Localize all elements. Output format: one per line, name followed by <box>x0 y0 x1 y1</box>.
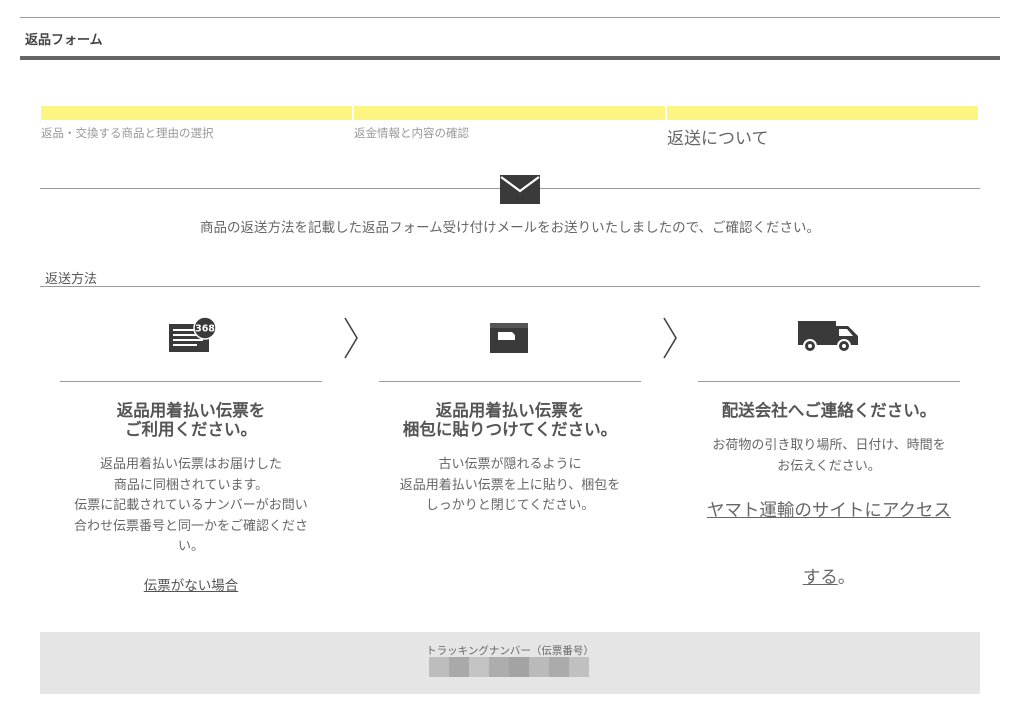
yamato-site-link-continued[interactable]: する <box>803 568 838 588</box>
card-description: お荷物の引き取り場所、日付け、時間を お伝えください。 <box>712 438 946 474</box>
step-2-label: 返金情報と内容の確認 <box>354 126 469 140</box>
top-divider <box>20 17 1000 18</box>
section-title: 返送方法 <box>45 272 98 287</box>
card-title: 返品用着払い伝票を ご利用ください。 <box>116 401 266 439</box>
step-card-2: 返品用着払い伝票を 梱包に貼りつけてください。 古い伝票が隠れるように 返品用着… <box>379 401 641 517</box>
link-suffix: 。 <box>837 568 856 588</box>
step-card-1: 返品用着払い伝票を ご利用ください。 返品用着払い伝票はお届けした 商品に同梱さ… <box>60 401 322 558</box>
delivery-truck-icon <box>796 318 860 354</box>
svg-text:368: 368 <box>195 324 215 335</box>
card-description: 古い伝票が隠れるように 返品用着払い伝票を上に貼り、梱包を しっかりと閉じてくだ… <box>399 457 621 513</box>
step-2-bar <box>354 106 665 120</box>
card-title: 返品用着払い伝票を 梱包に貼りつけてください。 <box>402 401 618 439</box>
tracking-number-redacted <box>429 657 589 677</box>
column-3-divider <box>698 381 960 382</box>
card-description: 返品用着払い伝票はお届けした 商品に同梱されています。 伝票に記載されているナン… <box>73 457 308 554</box>
card-title: 配送会社へご連絡ください。 <box>721 401 937 420</box>
column-1-divider <box>60 381 322 382</box>
page-title: 返品フォーム <box>25 33 103 48</box>
yamato-link-wrap-2: する。 <box>698 567 960 589</box>
section-divider <box>40 286 980 287</box>
chevron-right-icon <box>661 316 679 360</box>
step-1-bar <box>41 106 352 120</box>
tracking-label: トラッキングナンバー（伝票番号） <box>426 645 594 657</box>
step-card-3: 配送会社へご連絡ください。 お荷物の引き取り場所、日付け、時間を お伝えください… <box>698 401 960 477</box>
yamato-site-link[interactable]: ヤマト運輸のサイトにアクセス <box>707 501 951 521</box>
package-box-icon <box>488 320 530 354</box>
header-divider-bar <box>20 56 1000 60</box>
step-1-label: 返品・交換する商品と理由の選択 <box>41 126 214 140</box>
step-3-bar <box>667 106 978 120</box>
step-3-label: 返送について <box>667 129 769 149</box>
no-slip-link[interactable]: 伝票がない場合 <box>144 578 239 594</box>
mail-sent-message: 商品の返送方法を記載した返品フォーム受け付けメールをお送りいたしましたので、ご確… <box>199 220 821 236</box>
yamato-link-wrap: ヤマト運輸のサイトにアクセス <box>698 500 960 522</box>
chevron-right-icon <box>342 316 360 360</box>
column-2-divider <box>379 381 641 382</box>
no-slip-link-wrap: 伝票がない場合 <box>60 574 322 594</box>
slip-368-icon: 368 <box>167 316 219 354</box>
envelope-icon <box>500 175 540 204</box>
